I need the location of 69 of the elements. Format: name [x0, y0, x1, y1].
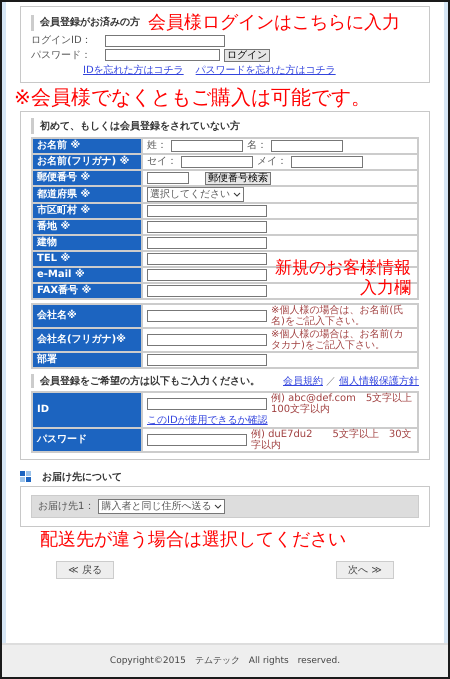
- caret-icon: [233, 192, 241, 198]
- field-note: ※個人様の場合は、お名前(カタカナ)をご記入下さい。: [271, 329, 404, 352]
- input-field[interactable]: [291, 156, 363, 168]
- field-label-cell: パスワード: [33, 429, 141, 452]
- input-field[interactable]: [271, 140, 343, 152]
- delivery-select[interactable]: 購入者と同じ住所へ送る: [98, 499, 226, 514]
- login-button[interactable]: ログイン: [224, 48, 270, 62]
- section-heading: お届け先について: [42, 472, 122, 484]
- input-field[interactable]: [147, 269, 267, 282]
- input-field[interactable]: [105, 49, 220, 62]
- policy-link[interactable]: 会員規約: [283, 376, 323, 388]
- forgot-link[interactable]: IDを忘れた方はコチラ: [83, 64, 184, 76]
- field-label-cell: お名前(フリガナ) ※: [33, 155, 141, 170]
- input-field[interactable]: [147, 285, 267, 298]
- input-field[interactable]: [147, 172, 189, 184]
- next-button[interactable]: 次へ ≫: [336, 561, 394, 580]
- annotation-text: 入力欄: [360, 279, 411, 298]
- field-label-cell: ID: [33, 393, 141, 428]
- input-field[interactable]: [147, 434, 247, 446]
- field-label-cell: e-Mail ※: [33, 268, 141, 282]
- input-field[interactable]: [147, 237, 267, 250]
- policy-link[interactable]: 個人情報保護方針: [339, 376, 419, 388]
- input-field[interactable]: [147, 398, 267, 410]
- field-label-cell: 都道府県 ※: [33, 187, 141, 202]
- field-label: セイ：: [147, 156, 177, 168]
- input-field[interactable]: [147, 205, 267, 218]
- field-label: パスワード：: [31, 50, 92, 62]
- field-label-cell: お名前 ※: [33, 139, 141, 154]
- field-label-cell: 会社名※: [33, 305, 141, 328]
- field-label-cell: TEL ※: [33, 252, 141, 266]
- field-label-cell: FAX番号 ※: [33, 284, 141, 298]
- caret-icon: [214, 504, 222, 510]
- annotation-text: ※会員様でなくともご購入は可能です。: [14, 86, 372, 108]
- field-label-cell: 市区町村 ※: [33, 204, 141, 218]
- input-field[interactable]: [147, 310, 267, 322]
- forgot-link[interactable]: パスワードを忘れた方はコチラ: [196, 64, 336, 76]
- input-field[interactable]: [181, 156, 253, 168]
- field-note: 例) duE7du2 5文字以上 30文字以内: [251, 429, 413, 452]
- postal-search-button[interactable]: 郵便番号検索: [205, 172, 271, 185]
- section-heading: 会員登録をご希望の方は以下もご入力ください。: [31, 374, 260, 388]
- field-label-cell: 建物: [33, 236, 141, 250]
- section-heading: 会員登録がお済みの方: [31, 14, 140, 31]
- input-field[interactable]: [171, 140, 243, 152]
- field-label: お届け先1：: [38, 501, 94, 513]
- copyright-text: Copyright©2015 テムテック All rights reserved.: [2, 643, 448, 677]
- separator: ／: [326, 376, 336, 388]
- field-label-cell: 番地 ※: [33, 220, 141, 234]
- prefecture-select[interactable]: 選択してください: [147, 187, 244, 202]
- field-label: メイ：: [257, 156, 287, 168]
- back-button[interactable]: ≪ 戻る: [56, 561, 114, 580]
- field-label-cell: 会社名(フリガナ)※: [33, 329, 141, 352]
- section-heading: 初めて、もしくは会員登録をされていない方: [31, 118, 419, 134]
- annotation-text: 新規のお客様情報: [275, 259, 411, 278]
- input-field[interactable]: [105, 34, 225, 47]
- field-label-cell: 部署: [33, 353, 141, 368]
- squares-icon: [20, 471, 34, 484]
- field-note: 例) abc@def.com 5文字以上 100文字以内: [271, 393, 413, 416]
- annotation-text: 会員様ログインはこちらに入力: [148, 13, 400, 33]
- field-label: ログインID：: [31, 35, 93, 47]
- field-label-cell: 郵便番号 ※: [33, 171, 141, 186]
- id-check-link[interactable]: このIDが使用できるか確認: [147, 415, 268, 426]
- input-field[interactable]: [147, 221, 267, 234]
- input-field[interactable]: [147, 334, 267, 346]
- field-label: 名：: [247, 140, 267, 152]
- annotation-text: 配送先が違う場合は選択してください: [40, 530, 347, 550]
- input-field[interactable]: [147, 354, 267, 366]
- field-note: ※個人様の場合は、お名前(氏名)をご記入下さい。: [271, 305, 404, 328]
- field-label: 姓：: [147, 140, 167, 152]
- input-field[interactable]: [147, 253, 267, 266]
